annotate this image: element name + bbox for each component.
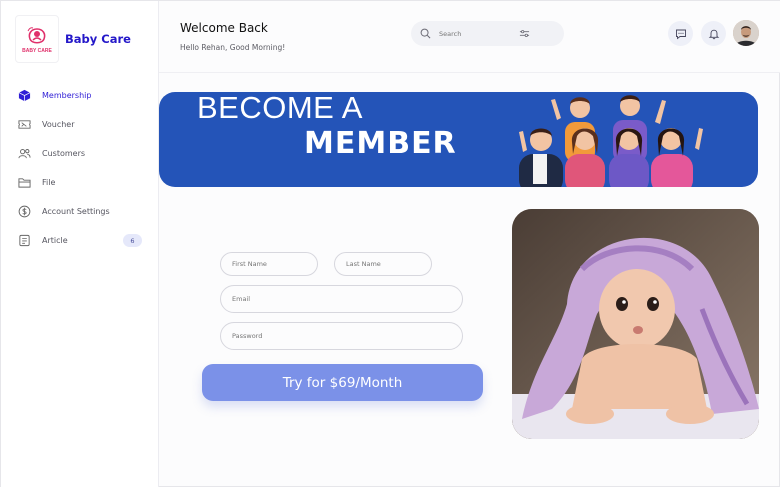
sidebar-item-file[interactable]: File — [1, 168, 159, 197]
sidebar-item-customers[interactable]: Customers — [1, 139, 159, 168]
sidebar-item-label: Membership — [42, 91, 92, 100]
sidebar-item-article[interactable]: Article 6 — [1, 226, 159, 255]
sidebar-item-label: File — [42, 178, 56, 187]
sidebar-item-label: Voucher — [42, 120, 75, 129]
sidebar-item-account-settings[interactable]: Account Settings — [1, 197, 159, 226]
folder-icon — [18, 178, 31, 188]
users-icon — [18, 149, 31, 159]
search-bar[interactable] — [411, 21, 564, 46]
last-name-field[interactable] — [334, 252, 432, 276]
logo-text: BABY CARE — [22, 47, 52, 54]
avatar[interactable] — [733, 20, 759, 46]
group-people-illustration — [519, 95, 703, 187]
messages-button[interactable] — [668, 21, 693, 46]
document-icon — [19, 234, 30, 247]
membership-banner: BECOME A MEMBER — [159, 92, 758, 187]
logo: BABY CARE — [15, 15, 59, 63]
app-frame: BABY CARE Baby Care Membership Voucher C… — [0, 0, 780, 487]
brand-name: Baby Care — [65, 32, 131, 46]
bell-icon — [708, 29, 719, 39]
chat-icon — [675, 29, 686, 39]
brand[interactable]: BABY CARE Baby Care — [15, 15, 145, 63]
sidebar-item-label: Account Settings — [42, 207, 110, 216]
sidebar-item-voucher[interactable]: Voucher — [1, 110, 159, 139]
first-name-field[interactable] — [220, 252, 318, 276]
article-count-badge: 6 — [123, 234, 142, 247]
cube-icon — [18, 89, 31, 102]
search-input[interactable] — [439, 29, 519, 38]
notifications-button[interactable] — [701, 21, 726, 46]
banner-title-line2: MEMBER — [304, 126, 457, 161]
subscribe-button[interactable]: Try for $69/Month — [202, 364, 483, 401]
baby-logo-icon — [27, 26, 46, 44]
sidebar: BABY CARE Baby Care Membership Voucher C… — [1, 1, 159, 487]
ticket-icon — [18, 120, 31, 129]
search-icon — [420, 28, 431, 39]
password-field[interactable] — [220, 322, 463, 350]
greeting-text: Hello Rehan, Good Morning! — [180, 43, 286, 52]
header: Welcome Back Hello Rehan, Good Morning! — [159, 1, 780, 73]
filter-icon[interactable] — [519, 28, 530, 39]
page-title: Welcome Back — [180, 21, 268, 35]
baby-photo — [512, 209, 759, 439]
dollar-circle-icon — [18, 205, 31, 218]
email-field[interactable] — [220, 285, 463, 313]
sidebar-item-membership[interactable]: Membership — [1, 81, 159, 110]
sidebar-nav: Membership Voucher Customers File Accoun… — [1, 81, 159, 255]
sidebar-item-label: Article — [42, 236, 68, 245]
user-photo-icon — [733, 20, 759, 46]
banner-title-line1: BECOME A — [197, 92, 363, 125]
sidebar-item-label: Customers — [42, 149, 86, 158]
baby-image-icon — [512, 209, 759, 439]
